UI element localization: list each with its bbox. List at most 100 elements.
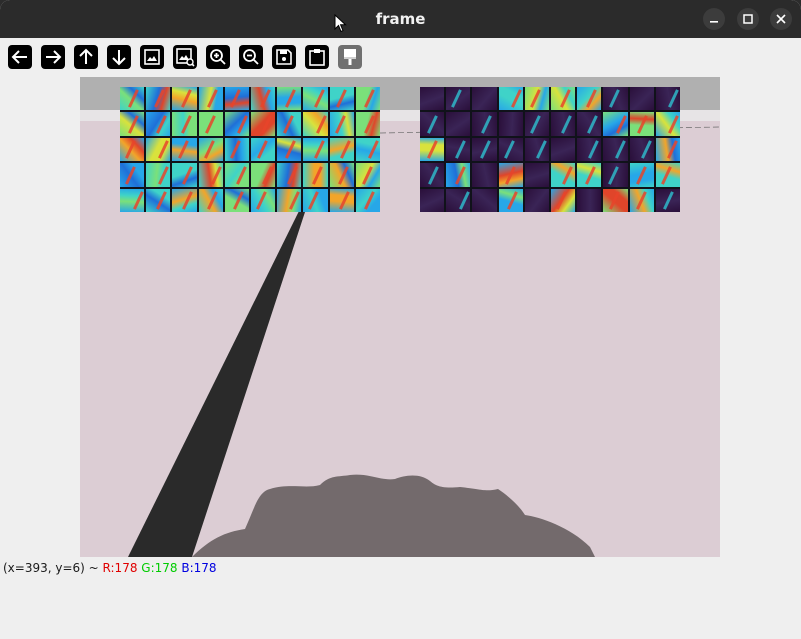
feature-map-tile bbox=[472, 112, 497, 136]
feature-map-stroke bbox=[124, 140, 136, 159]
feature-map-stroke bbox=[314, 140, 326, 159]
status-bar: (x=393, y=6) ~ R:178 G:178 B:178 bbox=[3, 561, 217, 575]
save-button[interactable] bbox=[272, 45, 296, 69]
feature-map-stroke bbox=[206, 191, 218, 210]
feature-map-tile bbox=[277, 112, 302, 136]
feature-map-stroke bbox=[311, 165, 323, 184]
pan-right-button[interactable] bbox=[41, 45, 65, 69]
zoom-original-button[interactable] bbox=[173, 45, 197, 69]
minimize-button[interactable] bbox=[703, 8, 725, 30]
feature-map-stroke bbox=[636, 114, 648, 134]
feature-map-stroke bbox=[285, 89, 297, 108]
feature-map-tile bbox=[420, 137, 445, 162]
feature-map-tile bbox=[446, 188, 471, 212]
close-icon bbox=[776, 14, 786, 24]
feature-map-stroke bbox=[585, 165, 597, 184]
minimize-icon bbox=[710, 21, 718, 23]
feature-map-tile bbox=[551, 112, 576, 136]
feature-map-stroke bbox=[536, 140, 547, 159]
maximize-button[interactable] bbox=[737, 8, 759, 30]
feature-map-tile bbox=[472, 163, 497, 187]
feature-map-tile bbox=[198, 137, 223, 162]
feature-map-stroke bbox=[364, 191, 376, 210]
pan-down-button[interactable] bbox=[107, 45, 131, 69]
title-bar[interactable]: frame bbox=[0, 0, 801, 38]
feature-map-tile bbox=[655, 87, 680, 111]
feature-map-stroke bbox=[156, 191, 168, 210]
pan-up-button[interactable] bbox=[74, 45, 98, 69]
feature-map-tile bbox=[472, 137, 497, 162]
feature-map-stroke bbox=[287, 165, 298, 184]
feature-map-tile bbox=[198, 188, 223, 212]
feature-map-tile bbox=[224, 112, 249, 136]
feature-map-tile bbox=[629, 112, 654, 136]
feature-map-stroke bbox=[586, 89, 597, 108]
copy-clipboard-button[interactable] bbox=[305, 45, 329, 69]
feature-map-tile bbox=[172, 137, 197, 162]
feature-map-tile bbox=[120, 188, 145, 212]
feature-map-tile bbox=[355, 188, 380, 212]
feature-map-tile bbox=[303, 137, 328, 162]
feature-map-tile bbox=[120, 112, 145, 136]
feature-map-stroke bbox=[560, 89, 571, 108]
feature-map-stroke bbox=[361, 165, 373, 184]
feature-map-tile bbox=[251, 112, 276, 136]
feature-map-stroke bbox=[180, 114, 192, 134]
feature-map-stroke bbox=[636, 165, 647, 184]
image-fit-icon bbox=[144, 49, 160, 65]
feature-map-tile bbox=[524, 112, 549, 136]
zoom-in-button[interactable] bbox=[206, 45, 230, 69]
feature-map-tile bbox=[120, 87, 145, 111]
feature-map-tile bbox=[146, 188, 171, 212]
zoom-fit-button[interactable] bbox=[140, 45, 164, 69]
feature-map-stroke bbox=[336, 89, 347, 108]
feature-map-stroke bbox=[459, 191, 470, 210]
mouse-cursor-icon bbox=[334, 13, 348, 38]
feature-map-stroke bbox=[609, 89, 620, 108]
feature-map-tile bbox=[524, 87, 549, 111]
feature-map-stroke bbox=[177, 140, 189, 159]
feature-map-stroke bbox=[530, 114, 541, 134]
feature-map-tile bbox=[629, 137, 654, 162]
feature-map-tile bbox=[420, 87, 445, 111]
feature-map-tile bbox=[224, 137, 249, 162]
feature-map-stroke bbox=[308, 191, 319, 210]
app-window: frame (x=393, y=6) ~ R:178 G:178 B:178 bbox=[0, 0, 801, 639]
feature-map-tile bbox=[355, 112, 380, 136]
feature-map-tile bbox=[251, 137, 276, 162]
feature-map-tile bbox=[498, 87, 523, 111]
feature-map-tile bbox=[524, 137, 549, 162]
feature-map-tile bbox=[277, 137, 302, 162]
feature-map-stroke bbox=[587, 114, 599, 134]
feature-map-tile bbox=[172, 112, 197, 136]
arrow-down-icon bbox=[112, 50, 126, 66]
feature-map-stroke bbox=[211, 165, 223, 184]
feature-map-stroke bbox=[334, 114, 346, 134]
feature-map-stroke bbox=[481, 114, 492, 134]
feature-map-stroke bbox=[363, 89, 375, 108]
feature-map-tile bbox=[172, 87, 197, 111]
feature-map-tile bbox=[251, 188, 276, 212]
feature-map-tile bbox=[524, 188, 549, 212]
feature-map-tile bbox=[172, 163, 197, 187]
feature-map-stroke bbox=[640, 140, 652, 159]
feature-map-tile bbox=[577, 137, 602, 162]
feature-map-tile bbox=[329, 87, 354, 111]
feature-map-tile bbox=[329, 137, 354, 162]
image-canvas[interactable] bbox=[80, 77, 720, 557]
feature-map-tile bbox=[551, 87, 576, 111]
feature-map-tile bbox=[146, 112, 171, 136]
zoom-out-button[interactable] bbox=[239, 45, 263, 69]
feature-map-stroke bbox=[340, 140, 351, 159]
feature-map-stroke bbox=[588, 140, 600, 159]
pan-left-button[interactable] bbox=[8, 45, 32, 69]
feature-map-stroke bbox=[480, 140, 491, 159]
properties-button[interactable] bbox=[338, 45, 362, 69]
feature-map-stroke bbox=[663, 191, 674, 210]
feature-map-stroke bbox=[636, 191, 647, 210]
close-button[interactable] bbox=[770, 8, 792, 30]
feature-map-tile bbox=[655, 188, 680, 212]
feature-map-stroke bbox=[236, 114, 248, 134]
feature-map-stroke bbox=[562, 165, 574, 184]
feature-map-tile bbox=[329, 163, 354, 187]
